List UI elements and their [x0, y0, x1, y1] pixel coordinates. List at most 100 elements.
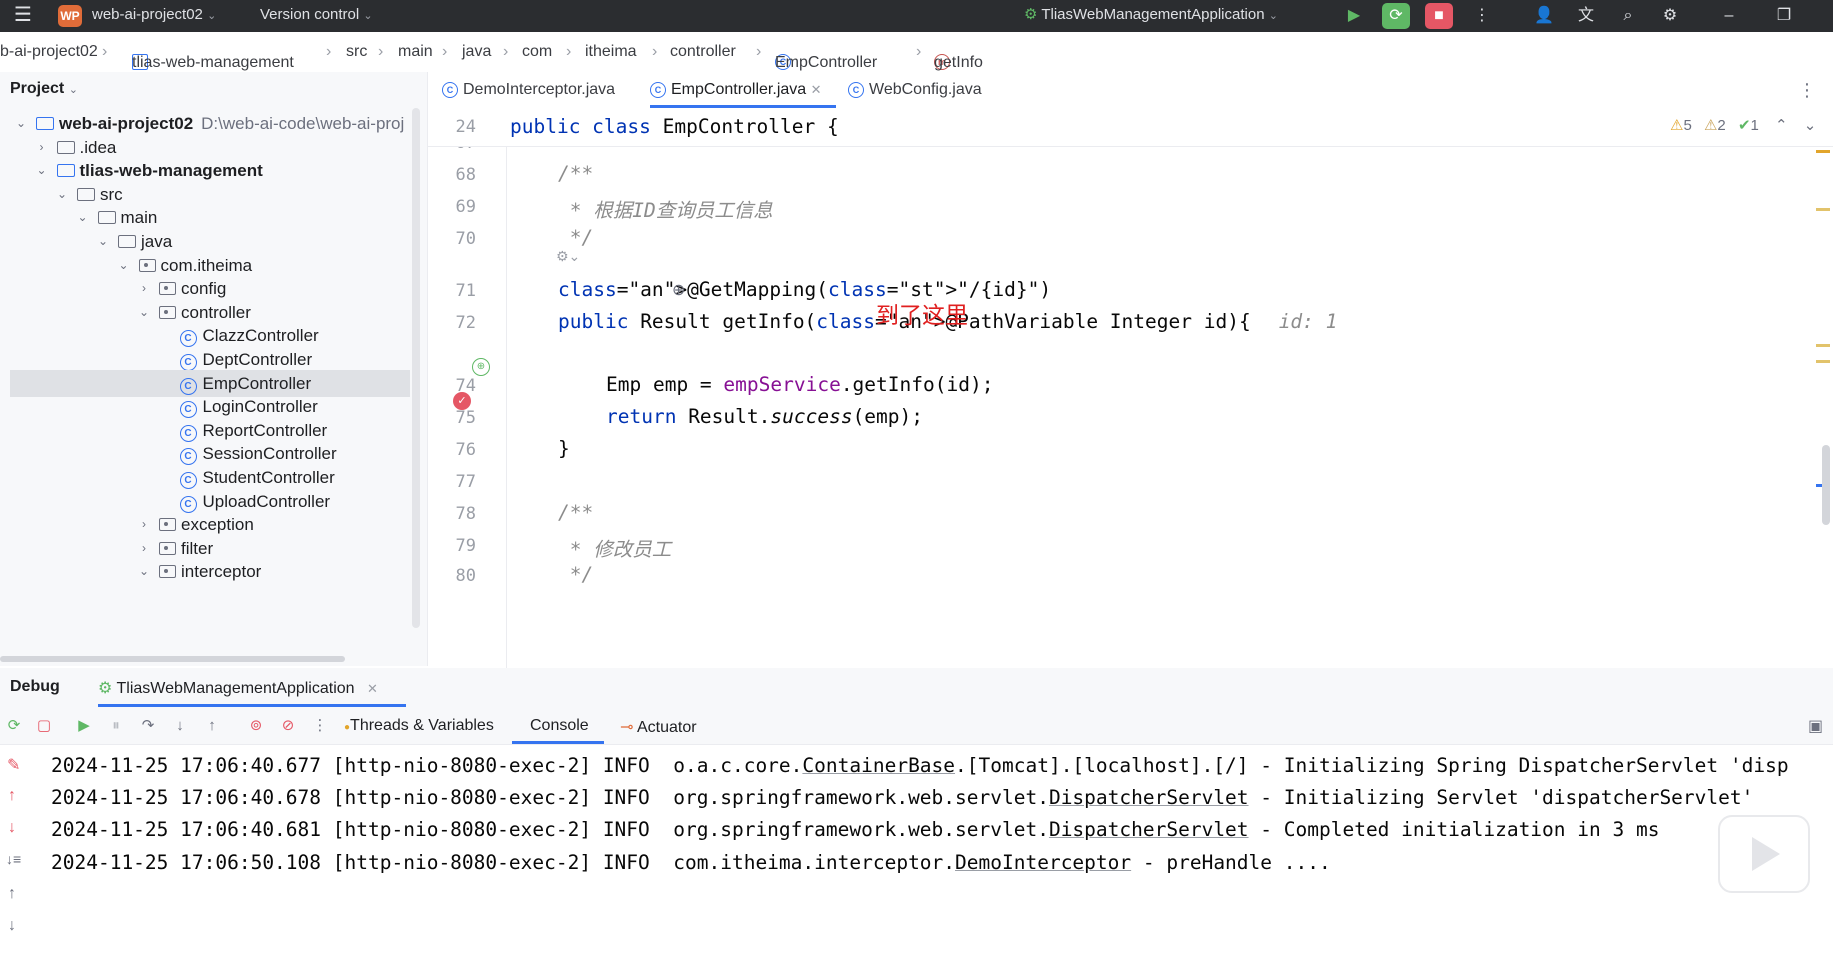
line-number[interactable]: 78 [428, 504, 476, 524]
breadcrumb-item-src[interactable]: src [346, 43, 367, 61]
breakpoint-icon[interactable]: ✓ [453, 392, 471, 410]
error-stripe-mark[interactable] [1816, 360, 1830, 363]
scroll-up-icon[interactable]: ↑ [8, 885, 16, 903]
code-with-me-icon[interactable]: 👤 [1530, 3, 1558, 29]
log-logger-class[interactable]: DispatcherServlet [1049, 818, 1249, 841]
console-output[interactable]: 2024-11-25 17:06:40.677 [http-nio-8080-e… [36, 745, 1833, 962]
translate-icon[interactable]: 文 [1572, 3, 1600, 29]
sort-icon[interactable]: ↓≡ [6, 851, 21, 867]
tab-webconfig[interactable]: C WebConfig.java [848, 72, 982, 108]
log-logger-class[interactable]: DispatcherServlet [1049, 786, 1249, 809]
globe-icon[interactable]: ⊕ [672, 280, 685, 300]
error-stripe-mark[interactable] [1816, 344, 1830, 347]
scroll-to-end-icon[interactable]: ↓ [8, 917, 16, 935]
run-config-selector[interactable]: ⚙ TliasWebManagementApplication ⌄ [1024, 0, 1278, 32]
settings-icon[interactable]: ⚙ [1656, 3, 1684, 29]
error-stripe-mark[interactable] [1816, 150, 1830, 153]
line-number[interactable]: 75 [428, 408, 476, 428]
endpoint-icon[interactable]: ⊕ [472, 358, 490, 376]
minimize-icon[interactable]: – [1715, 3, 1743, 29]
code-line[interactable]: /** [558, 501, 593, 524]
console-line[interactable]: 2024-11-25 17:06:40.681 [http-nio-8080-e… [51, 818, 1659, 841]
line-number[interactable]: 68 [428, 165, 476, 185]
line-number[interactable]: 72 [428, 313, 476, 333]
code-line[interactable]: */ [558, 226, 594, 249]
log-logger-class[interactable]: DemoInterceptor [955, 851, 1131, 874]
project-badge[interactable]: WP [58, 5, 82, 27]
down-stack-icon[interactable]: ↓ [8, 819, 16, 837]
breadcrumb-item-controller[interactable]: controller [670, 43, 736, 61]
step-over-icon[interactable]: ↷ [136, 714, 160, 738]
more-actions-icon[interactable]: ⋮ [1468, 3, 1496, 29]
line-number[interactable]: 77 [428, 472, 476, 492]
line-number[interactable]: 69 [428, 197, 476, 217]
resume-program-icon[interactable]: ▶ [72, 714, 96, 738]
code-line[interactable]: class="an">@GetMapping(class="st">"/{id}… [558, 278, 1051, 301]
video-play-button[interactable] [1718, 815, 1810, 893]
console-line[interactable]: 2024-11-25 17:06:50.108 [http-nio-8080-e… [51, 851, 1331, 874]
step-into-icon[interactable]: ↓ [168, 714, 192, 738]
more-options-icon[interactable]: ⋮ [308, 714, 332, 738]
error-stripe-mark[interactable] [1816, 208, 1830, 211]
main-menu-icon[interactable]: ☰ [14, 0, 32, 32]
code-line[interactable]: * 根据ID查询员工信息 [558, 194, 773, 223]
mute-breakpoints-icon[interactable]: ⊘ [276, 714, 300, 738]
line-number[interactable]: 76 [428, 440, 476, 460]
chevron-up-icon[interactable]: ⌃ [1775, 117, 1788, 134]
web-endpoint-icon[interactable]: ⚙⌄ [556, 248, 580, 265]
line-number[interactable]: 70 [428, 229, 476, 249]
line-number[interactable]: 71 [428, 281, 476, 301]
tab-demointerceptor[interactable]: C DemoInterceptor.java [442, 72, 615, 108]
console-line[interactable]: 2024-11-25 17:06:40.678 [http-nio-8080-e… [51, 786, 1753, 809]
layout-icon[interactable]: ▣ [1808, 716, 1823, 736]
log-logger-class[interactable]: ContainerBase [802, 754, 955, 777]
tab-threads-variables[interactable]: ●Threads & Variables [344, 717, 494, 735]
tree-item[interactable]: ⌄ interceptor [0, 558, 410, 585]
sticky-line[interactable]: 24 public class EmpController { ⚠5 ⚠2 ✔1… [428, 108, 1833, 147]
close-icon[interactable]: ✕ [367, 681, 378, 696]
stop-icon[interactable]: ▢ [32, 714, 56, 738]
code-line[interactable]: Emp emp = empService.getInfo(id); [606, 373, 993, 396]
editor-vertical-scrollbar[interactable] [1822, 445, 1830, 525]
project-switcher[interactable]: web-ai-project02 ⌄ [92, 0, 216, 32]
code-line[interactable]: } [558, 437, 570, 460]
breadcrumb-item-com[interactable]: com [522, 43, 552, 61]
code-line[interactable]: */ [558, 563, 594, 586]
tree-vertical-scrollbar[interactable] [412, 108, 420, 628]
line-number[interactable]: 74 [428, 376, 476, 396]
stop-icon[interactable]: ■ [1425, 3, 1453, 29]
line-number[interactable]: 80 [428, 566, 476, 586]
debug-session-tab[interactable]: ⚙ TliasWebManagementApplication ✕ [98, 678, 378, 698]
breadcrumb-item-itheima[interactable]: itheima [585, 43, 637, 61]
tab-console[interactable]: Console [530, 717, 589, 735]
project-panel-title[interactable]: Project ⌄ [10, 80, 78, 98]
rerun-icon[interactable]: ⟳ [2, 714, 26, 738]
view-breakpoints-icon[interactable]: ⊚ [244, 714, 268, 738]
chevron-down-icon[interactable]: ⌄ [1804, 117, 1817, 134]
line-number[interactable]: 79 [428, 536, 476, 556]
pause-icon[interactable]: ⏸ [104, 714, 128, 738]
tab-options-icon[interactable]: ⋮ [1798, 72, 1816, 108]
inspection-widget[interactable]: ⚠5 ⚠2 ✔1 ⌃ ⌄ [1670, 116, 1816, 134]
breadcrumb-item-project[interactable]: b-ai-project02 [0, 43, 98, 61]
clear-console-icon[interactable]: ✎ [7, 755, 20, 775]
restore-icon[interactable]: ❐ [1770, 3, 1798, 29]
tab-actuator[interactable]: ⊸ Actuator [620, 717, 697, 737]
step-out-icon[interactable]: ↑ [200, 714, 224, 738]
console-line[interactable]: 2024-11-25 17:06:40.677 [http-nio-8080-e… [51, 754, 1789, 777]
close-icon[interactable]: ✕ [811, 82, 822, 97]
code-line[interactable]: * 修改员工 [558, 533, 672, 562]
code-line[interactable]: return Result.success(emp); [606, 405, 923, 428]
breadcrumb-item-java[interactable]: java [462, 43, 491, 61]
tab-empcontroller[interactable]: C EmpController.java ✕ [650, 72, 822, 108]
resume-icon[interactable]: ▶ [1340, 3, 1368, 29]
rerun-debug-icon[interactable]: ⟳ [1382, 3, 1410, 29]
breadcrumb-item-main[interactable]: main [398, 43, 433, 61]
search-icon[interactable]: ⌕ [1614, 3, 1642, 29]
code-editor[interactable]: /** * 根据ID查询员工信息 */ class="an">@GetMappin… [506, 108, 1833, 668]
tree-horizontal-scrollbar[interactable] [0, 656, 345, 662]
vcs-menu[interactable]: Version control ⌄ [260, 0, 373, 32]
chevron-down-icon[interactable]: ⌄ [137, 558, 151, 585]
code-line[interactable]: /** [558, 162, 593, 185]
up-stack-icon[interactable]: ↑ [8, 787, 16, 805]
